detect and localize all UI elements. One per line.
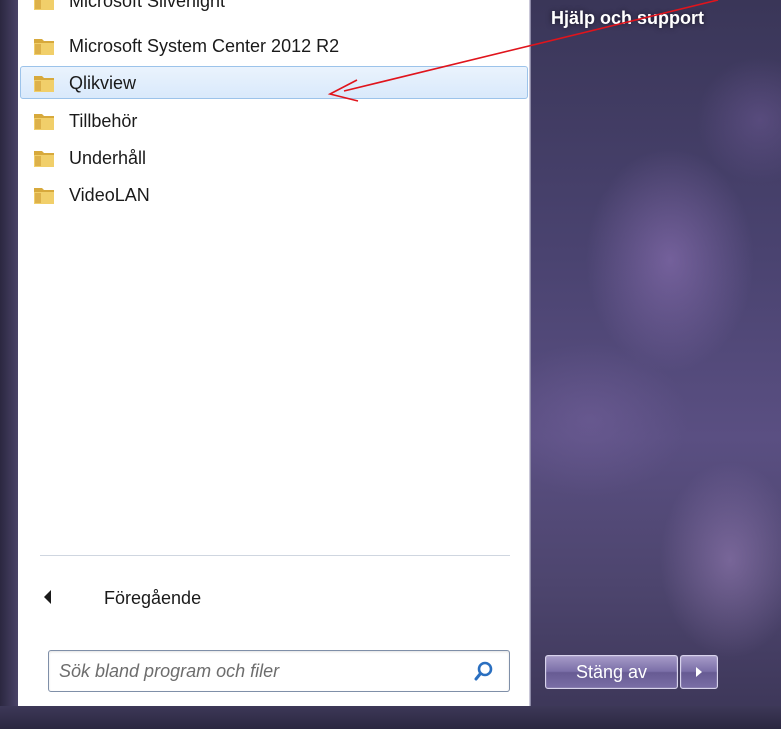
back-arrow-icon [44, 590, 51, 604]
search-box [48, 650, 510, 692]
program-folder-qlikview[interactable]: Qlikview [20, 66, 528, 99]
program-folder-videolan[interactable]: VideoLAN [20, 178, 528, 211]
program-label: Qlikview [69, 73, 137, 93]
folder-icon [34, 151, 54, 167]
program-label: Microsoft Silverlight [69, 0, 226, 11]
program-label: Tillbehör [69, 111, 138, 131]
shutdown-button[interactable]: Stäng av [545, 655, 678, 689]
help-and-support-link[interactable]: Hjälp och support [551, 8, 704, 29]
back-button[interactable]: Föregående [20, 580, 528, 616]
program-label: Microsoft System Center 2012 R2 [69, 36, 340, 56]
program-folder-tillbehor[interactable]: Tillbehör [20, 104, 528, 137]
shutdown-options-button[interactable] [680, 655, 718, 689]
chevron-right-icon [696, 667, 702, 677]
program-label: Underhåll [69, 148, 147, 168]
start-menu-right-pane [530, 0, 781, 729]
search-icon[interactable] [473, 660, 495, 682]
back-label: Föregående [104, 588, 202, 608]
program-label: VideoLAN [69, 185, 150, 205]
program-folder-underhall[interactable]: Underhåll [20, 141, 528, 174]
program-folder-microsoft-system-center[interactable]: Microsoft System Center 2012 R2 [20, 29, 528, 62]
folder-icon [34, 76, 54, 92]
desktop-edge [0, 0, 18, 729]
folder-icon [34, 39, 54, 55]
search-input[interactable] [57, 656, 461, 686]
folder-icon [34, 0, 54, 10]
start-menu-bottom-border [0, 706, 781, 729]
folder-icon [34, 188, 54, 204]
folder-icon [34, 114, 54, 130]
start-menu-programs-panel: Microsoft Silverlight Microsoft System C… [18, 0, 531, 706]
all-programs-list: Microsoft Silverlight Microsoft System C… [18, 0, 530, 545]
menu-separator [40, 555, 510, 556]
